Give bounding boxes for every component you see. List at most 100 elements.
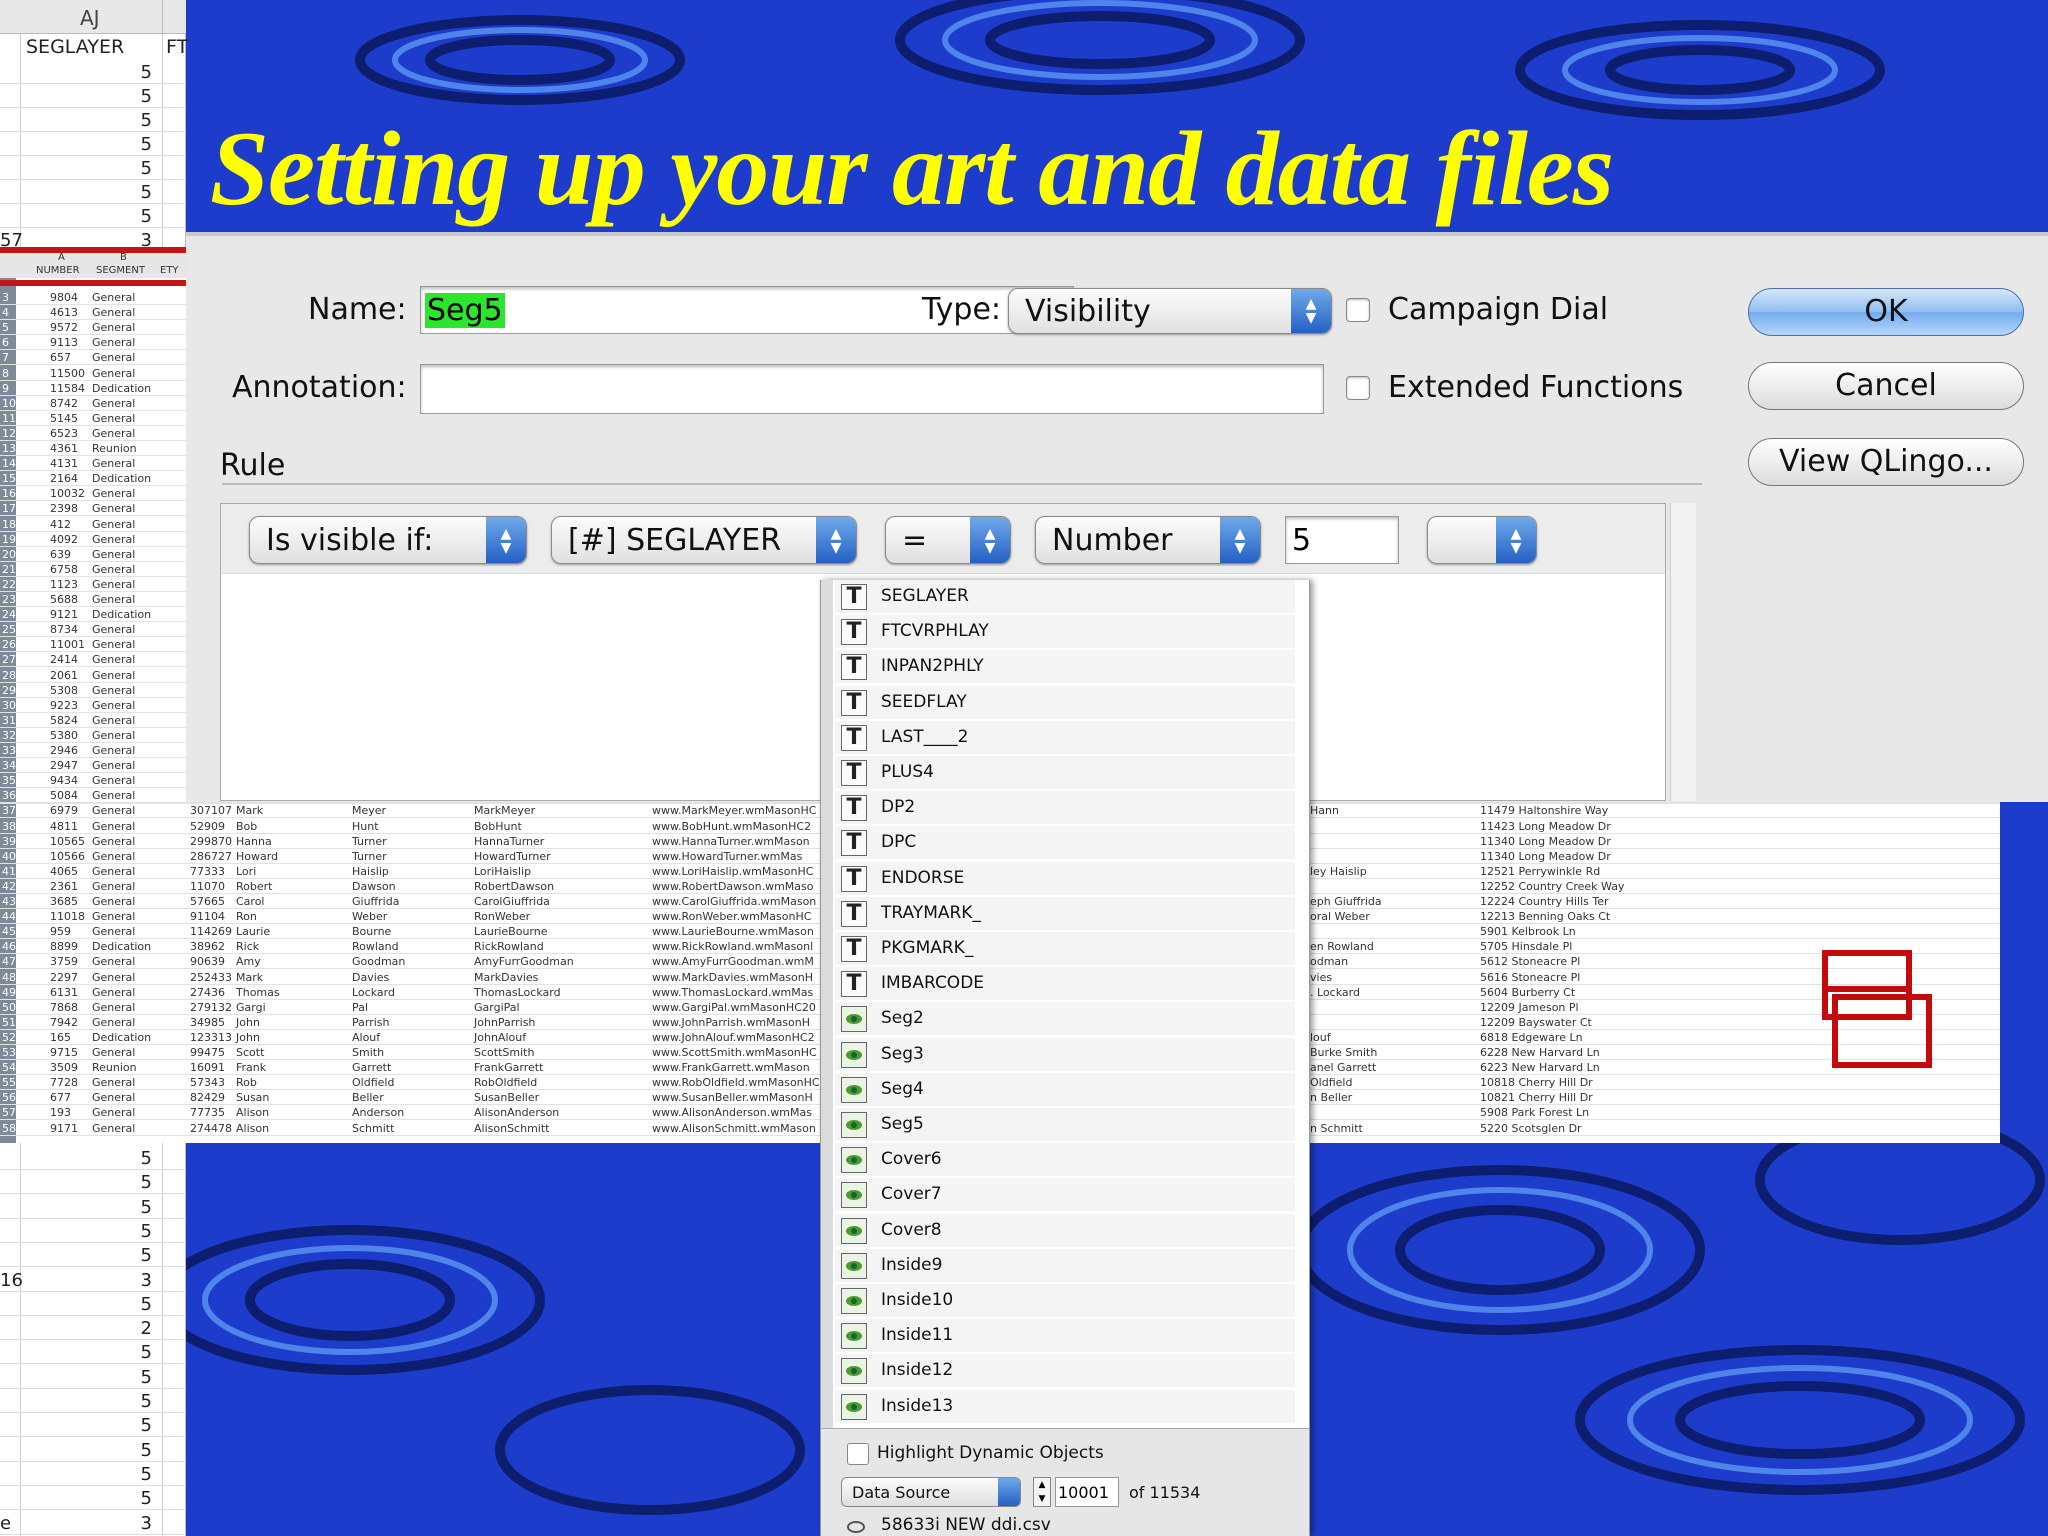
field-list-item[interactable]: Inside9 bbox=[835, 1248, 1295, 1283]
row-number: 38 bbox=[2, 819, 16, 833]
cell-full-name: MarkDavies bbox=[474, 970, 539, 984]
field-list-item[interactable]: Inside11 bbox=[835, 1319, 1295, 1354]
row-fragment: e bbox=[0, 1512, 12, 1534]
row-number: 34 bbox=[2, 759, 16, 773]
cell-segment: Reunion bbox=[92, 1061, 137, 1075]
cell-number: 2398 bbox=[50, 502, 78, 516]
cell-value: 5 bbox=[140, 1220, 152, 1242]
cell-address: 12213 Benning Oaks Ct bbox=[1480, 910, 1611, 924]
cell-last-name: Schmitt bbox=[352, 1121, 395, 1135]
cell-number: 2297 bbox=[50, 970, 78, 984]
rule-value-field[interactable]: 5 bbox=[1285, 516, 1399, 564]
field-list-item[interactable]: Seg2 bbox=[835, 1002, 1295, 1037]
cell-first-name: Thomas bbox=[236, 985, 280, 999]
cell-address: 5220 Scotsglen Dr bbox=[1480, 1121, 1582, 1135]
field-list-item[interactable]: T FTCVRPHLAY bbox=[835, 615, 1295, 650]
field-list-item[interactable]: T LAST____2 bbox=[835, 720, 1295, 755]
condition-popup[interactable]: Is visible if: ▲ ▼ bbox=[249, 516, 527, 564]
extended-functions-checkbox[interactable] bbox=[1346, 376, 1370, 400]
condition-value: Is visible if: bbox=[266, 523, 434, 558]
extra-popup[interactable]: ▲ ▼ bbox=[1427, 516, 1537, 564]
cell-value: 5 bbox=[140, 1293, 152, 1315]
cell-value: 3 bbox=[140, 1512, 152, 1534]
cell-segment: General bbox=[92, 1121, 136, 1135]
row-number: 54 bbox=[2, 1061, 16, 1075]
cell-number: 9804 bbox=[50, 291, 78, 304]
cell-first-name: Mark bbox=[236, 804, 264, 818]
data-file-name: 58633i NEW ddi.csv bbox=[881, 1515, 1051, 1535]
record-number-field[interactable]: 10001 bbox=[1055, 1477, 1119, 1507]
cell-segment: General bbox=[92, 502, 136, 516]
cell-segment: General bbox=[92, 759, 136, 773]
name-label: Name: bbox=[308, 292, 407, 327]
cell-url: www.JohnAlouf.wmMasonHC2 bbox=[652, 1030, 815, 1044]
value-type-popup[interactable]: Number ▲ ▼ bbox=[1035, 516, 1261, 564]
row-number: 50 bbox=[2, 1000, 16, 1014]
field-list-item[interactable]: Cover7 bbox=[835, 1178, 1295, 1213]
view-qlingo-button[interactable]: View QLingo... bbox=[1748, 438, 2024, 486]
cell-number: 7942 bbox=[50, 1015, 78, 1029]
field-list-item-label: INPAN2PHLY bbox=[881, 656, 984, 677]
rule-scrollbar[interactable] bbox=[1670, 503, 1696, 801]
field-list-item[interactable]: Seg3 bbox=[835, 1037, 1295, 1072]
annotation-field[interactable] bbox=[420, 364, 1324, 414]
field-list-item[interactable]: Seg4 bbox=[835, 1072, 1295, 1107]
row-number: 27 bbox=[2, 653, 16, 667]
cell-number: 9572 bbox=[50, 321, 78, 335]
cell-address: 6818 Edgeware Ln bbox=[1480, 1030, 1583, 1044]
field-list-item[interactable]: T DP2 bbox=[835, 791, 1295, 826]
field-list-item-label: LAST____2 bbox=[881, 726, 969, 747]
cell-number: 3759 bbox=[50, 955, 78, 969]
cell-url: www.MarkMeyer.wmMasonHC bbox=[652, 804, 817, 818]
field-list-item[interactable]: Inside13 bbox=[835, 1389, 1295, 1424]
row-number: 31 bbox=[2, 713, 16, 727]
link-icon bbox=[847, 1521, 865, 1533]
cell-value: 5 bbox=[140, 62, 152, 83]
cell-id: 34985 bbox=[190, 1015, 225, 1029]
cell-number: 11001 bbox=[50, 638, 85, 652]
cell-first-name: Ron bbox=[236, 910, 257, 924]
field-list-item[interactable]: Cover6 bbox=[835, 1143, 1295, 1178]
visibility-eye-icon bbox=[841, 1147, 867, 1174]
record-stepper[interactable]: ▲ ▼ bbox=[1033, 1477, 1051, 1507]
field-list-item[interactable]: T IMBARCODE bbox=[835, 967, 1295, 1002]
popup-arrows-icon: ▲ ▼ bbox=[1220, 517, 1260, 563]
cell-value: 5 bbox=[140, 1488, 152, 1510]
row-number: 22 bbox=[2, 577, 16, 591]
field-list-item[interactable]: T DPC bbox=[835, 826, 1295, 861]
ok-button[interactable]: OK bbox=[1748, 288, 2024, 336]
field-list-item[interactable]: T ENDORSE bbox=[835, 861, 1295, 896]
field-list-item[interactable]: T PLUS4 bbox=[835, 756, 1295, 790]
cell-full-name: HowardTurner bbox=[474, 849, 551, 863]
field-list-item[interactable]: T SEEDFLAY bbox=[835, 685, 1295, 720]
cell-last-name: Rowland bbox=[352, 940, 399, 954]
field-list-item[interactable]: Inside12 bbox=[835, 1354, 1295, 1389]
visibility-eye-icon bbox=[841, 1288, 867, 1314]
cell-full-name: LaurieBourne bbox=[474, 925, 548, 939]
field-list-item[interactable]: Inside10 bbox=[835, 1284, 1295, 1318]
visibility-eye-icon bbox=[841, 1182, 867, 1209]
cell-number: 4065 bbox=[50, 864, 78, 878]
cell-full-name: SusanBeller bbox=[474, 1091, 540, 1105]
cancel-button[interactable]: Cancel bbox=[1748, 362, 2024, 410]
cell-value: 5 bbox=[140, 1172, 152, 1194]
cell-number: 2946 bbox=[50, 744, 78, 757]
field-list-item[interactable]: T SEGLAYER bbox=[835, 580, 1295, 614]
field-list-item[interactable]: T PKGMARK_ bbox=[835, 932, 1295, 966]
field-list-item[interactable]: T TRAYMARK_ bbox=[835, 896, 1295, 931]
cell-number: 9113 bbox=[50, 336, 78, 350]
field-popup[interactable]: [#] SEGLAYER ▲ ▼ bbox=[551, 516, 857, 564]
field-list-item[interactable]: Seg5 bbox=[835, 1108, 1295, 1142]
cell-first-name: Robert bbox=[236, 879, 273, 893]
data-source-popup[interactable]: Data Source bbox=[841, 1477, 1021, 1507]
operator-popup[interactable]: = ▲ ▼ bbox=[885, 516, 1011, 564]
field-list-item[interactable]: Cover8 bbox=[835, 1213, 1295, 1248]
field-list-item[interactable]: T INPAN2PHLY bbox=[835, 650, 1295, 685]
cell-address: 12224 Country Hills Ter bbox=[1480, 895, 1609, 908]
cell-value: 5 bbox=[140, 1196, 152, 1218]
highlight-dynamic-checkbox[interactable] bbox=[847, 1443, 869, 1465]
type-popup[interactable]: Visibility ▲ ▼ bbox=[1008, 288, 1332, 334]
cell-segment: Dedication bbox=[92, 608, 152, 622]
campaign-dial-checkbox[interactable] bbox=[1346, 298, 1370, 322]
cell-segment: General bbox=[92, 849, 136, 863]
